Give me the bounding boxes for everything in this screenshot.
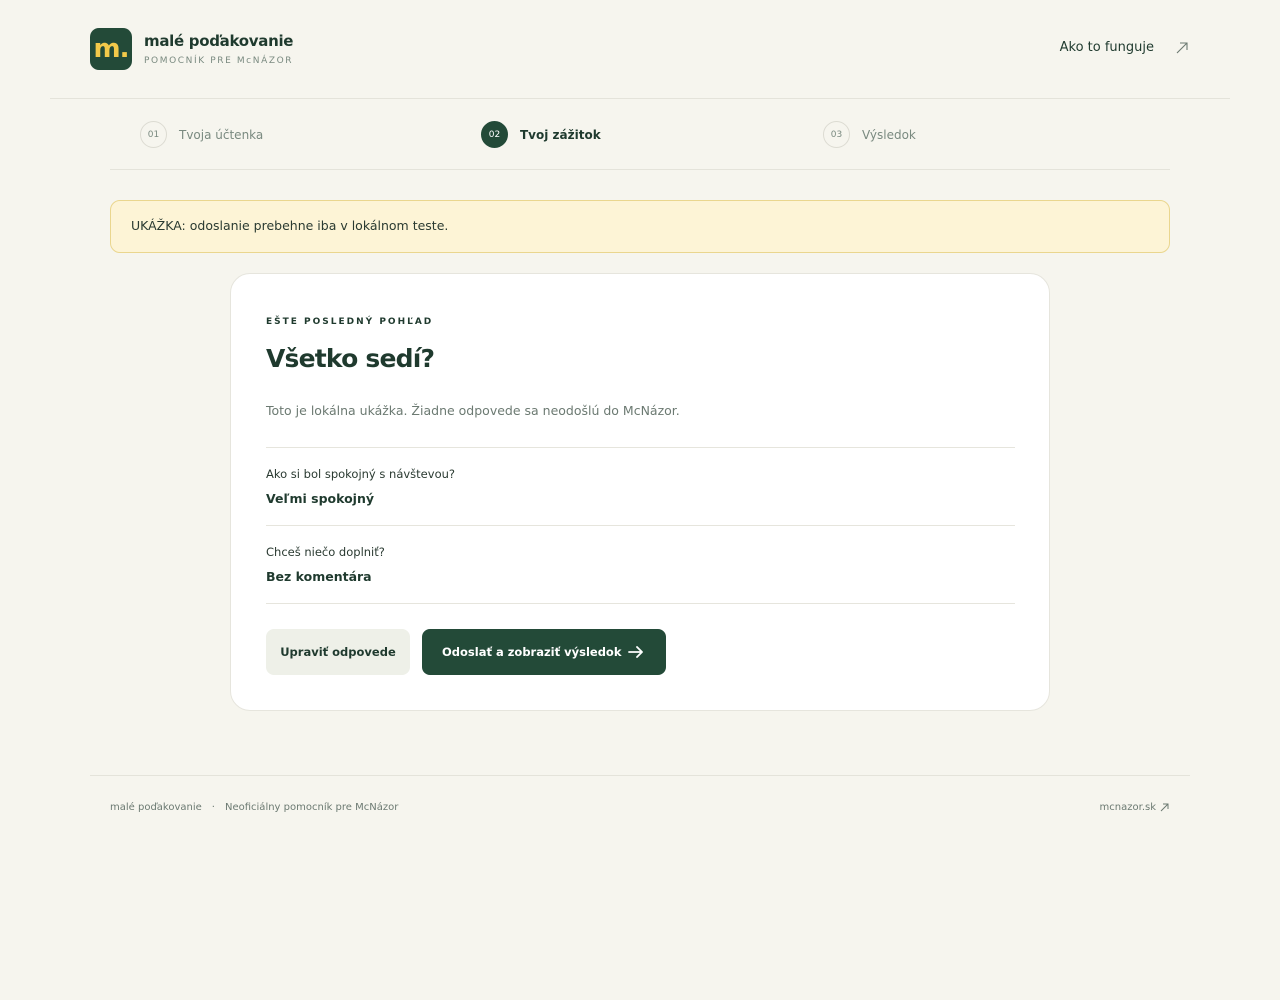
how-it-works-link[interactable]: Ako to funguje [1060,40,1154,55]
step-number: 03 [823,121,850,148]
footer-brand: malé poďakovanie [110,802,202,813]
answer-value: Veľmi spokojný [266,491,374,506]
footer-info: malé poďakovanie · Neoficiálny pomocník … [110,802,398,813]
footer: malé poďakovanie · Neoficiálny pomocník … [90,775,1190,835]
external-link-icon [1160,803,1169,812]
demo-notice: UKÁŽKA: odoslanie prebehne iba v lokálno… [110,200,1170,253]
edit-answers-button[interactable]: Upraviť odpovede [266,629,410,675]
step-label: Tvoj zážitok [520,127,601,142]
logo[interactable]: m. [90,28,132,70]
page: m. malé poďakovanie POMOCNÍK PRE McNÁZOR… [0,0,1280,1000]
card-eyebrow: EŠTE POSLEDNÝ POHĽAD [266,317,434,327]
answer-question: Chceš niečo doplniť? [266,545,385,559]
footer-site-link[interactable]: mcnazor.sk [1100,802,1170,813]
footer-tagline: Neoficiálny pomocník pre McNázor [224,802,399,813]
step-receipt: 01 Tvoja účtenka [140,121,263,148]
footer-separator: · [211,802,215,813]
step-label: Výsledok [862,127,916,142]
divider [266,447,1015,448]
external-link-icon[interactable] [1174,40,1190,56]
footer-site-label: mcnazor.sk [1099,802,1156,813]
step-label: Tvoja účtenka [179,127,264,142]
page-title: Všetko sedí? [266,344,435,373]
arrow-right-icon [628,646,643,658]
brand-title: malé poďakovanie [144,32,294,50]
step-progress: 01 Tvoja účtenka 02 Tvoj zážitok 03 Výsl… [110,100,1170,170]
review-card: EŠTE POSLEDNÝ POHĽAD Všetko sedí? Toto j… [230,273,1050,711]
answer-value: Bez komentára [266,569,372,584]
step-number: 01 [140,121,167,148]
submit-button[interactable]: Odoslať a zobraziť výsledok [422,629,666,675]
card-intro: Toto je lokálna ukážka. Žiadne odpovede … [266,403,680,418]
submit-button-label: Odoslať a zobraziť výsledok [442,645,622,659]
step-result: 03 Výsledok [823,121,916,148]
brand-subtitle: POMOCNÍK PRE McNÁZOR [144,56,294,66]
divider [266,525,1015,526]
answer-question: Ako si bol spokojný s návštevou? [266,467,455,481]
step-number: 02 [481,121,508,148]
divider [266,603,1015,604]
step-experience: 02 Tvoj zážitok [481,121,601,148]
header: m. malé poďakovanie POMOCNÍK PRE McNÁZOR… [50,0,1230,99]
